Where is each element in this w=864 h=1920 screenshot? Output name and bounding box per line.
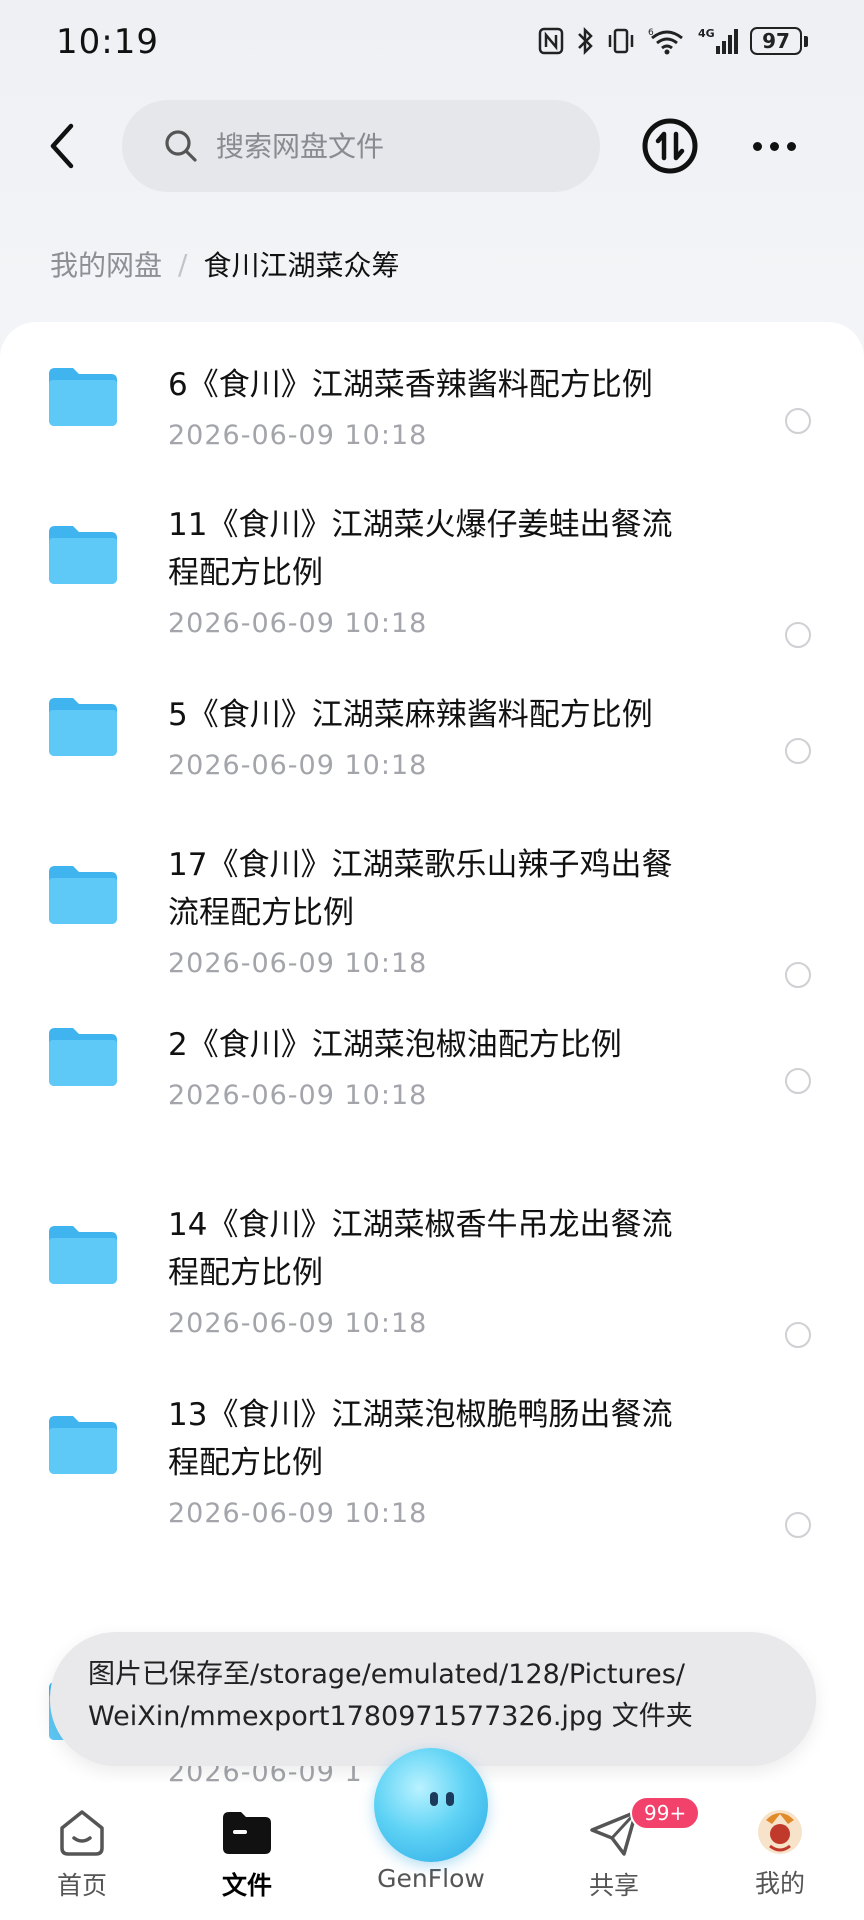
search-icon (165, 130, 197, 162)
home-icon (60, 1810, 104, 1856)
svg-text:4G: 4G (698, 27, 715, 40)
file-row[interactable]: 6《食川》江湖菜香辣酱料配方比例 2026-06-09 10:18 (0, 322, 864, 451)
file-name: 6《食川》江湖菜香辣酱料配方比例 (168, 361, 728, 409)
share-badge: 99+ (630, 1796, 701, 1830)
nav-files-label: 文件 (221, 1871, 272, 1900)
file-name-line-1: 11《食川》江湖菜火爆仔姜蛙出餐流 (168, 507, 673, 543)
search-box[interactable] (122, 100, 600, 192)
file-date: 2026-06-09 10:18 (168, 1080, 428, 1111)
file-date: 2026-06-09 10:18 (168, 948, 428, 979)
select-radio[interactable] (785, 738, 811, 764)
file-row[interactable]: 17《食川》江湖菜歌乐山辣子鸡出餐 流程配方比例 2026-06-09 10:18 (0, 802, 864, 988)
file-date: 2026-06-09 10:18 (168, 1308, 428, 1339)
select-radio[interactable] (785, 622, 811, 648)
breadcrumb: 我的网盘 / 食川江湖菜众筹 (50, 244, 399, 284)
battery-level: 97 (750, 27, 802, 55)
file-date: 2026-06-09 10:18 (168, 750, 428, 781)
search-input[interactable] (216, 129, 576, 163)
file-name: 5《食川》江湖菜麻辣酱料配方比例 (168, 691, 728, 739)
file-row[interactable]: 5《食川》江湖菜麻辣酱料配方比例 2026-06-09 10:18 (0, 652, 864, 781)
nav-mine-label: 我的 (754, 1869, 805, 1898)
file-name-line-1: 14《食川》江湖菜椒香牛吊龙出餐流 (168, 1207, 673, 1243)
file-name-line-1: 13《食川》江湖菜泡椒脆鸭肠出餐流 (168, 1397, 673, 1433)
file-name: 14《食川》江湖菜椒香牛吊龙出餐流 程配方比例 (168, 1201, 728, 1297)
signal-4g-icon: 4G (698, 27, 738, 54)
file-date: 2026-06-09 10:18 (168, 608, 428, 639)
file-row[interactable]: 2《食川》江湖菜泡椒油配方比例 2026-06-09 10:18 (0, 982, 864, 1111)
file-date: 2026-06-09 10:18 (168, 420, 428, 451)
breadcrumb-separator: / (178, 247, 188, 281)
nfc-icon (538, 27, 564, 55)
folder-icon (47, 696, 119, 758)
select-radio[interactable] (785, 1068, 811, 1094)
file-date: 2026-06-09 10:18 (168, 1498, 428, 1529)
wifi-6-icon: 6 (648, 28, 683, 55)
nav-genflow-label: GenFlow (377, 1864, 485, 1893)
vibrate-icon (608, 28, 634, 54)
file-name-line-2: 程配方比例 (168, 1255, 323, 1291)
transfer-icon[interactable] (640, 116, 700, 176)
nav-home-label: 首页 (56, 1871, 107, 1900)
more-icon[interactable] (744, 124, 804, 168)
back-button[interactable] (30, 114, 94, 178)
status-bar: 10:19 6 4G 97 (0, 0, 864, 90)
nav-share-label: 共享 (588, 1871, 639, 1900)
status-icons: 6 4G 97 (538, 26, 808, 56)
file-name-line-2: 流程配方比例 (168, 895, 354, 931)
status-time: 10:19 (56, 22, 159, 62)
nav-home[interactable]: 首页 (22, 1782, 142, 1920)
header (0, 96, 864, 196)
toast-line-2: WeiXin/mmexport1780971577326.jpg 文件夹 (88, 1701, 693, 1732)
folder-icon (47, 1026, 119, 1088)
file-name: 13《食川》江湖菜泡椒脆鸭肠出餐流 程配方比例 (168, 1391, 728, 1487)
folder-filled-icon (223, 1812, 271, 1854)
file-row[interactable]: 14《食川》江湖菜椒香牛吊龙出餐流 程配方比例 2026-06-09 10:18 (0, 1162, 864, 1348)
back-arrow-icon (50, 123, 74, 169)
genflow-mascot-icon[interactable] (374, 1748, 488, 1862)
breadcrumb-current: 食川江湖菜众筹 (203, 249, 400, 282)
nav-mine[interactable]: 我的 (720, 1782, 840, 1920)
file-list: 6《食川》江湖菜香辣酱料配方比例 2026-06-09 10:18 11《食川》江湖… (0, 322, 864, 1788)
folder-icon (47, 864, 119, 926)
avatar (758, 1810, 802, 1854)
file-name: 2《食川》江湖菜泡椒油配方比例 (168, 1021, 728, 1069)
folder-icon (47, 1414, 119, 1476)
file-name-line-2: 程配方比例 (168, 555, 323, 591)
nav-files[interactable]: 文件 (187, 1782, 307, 1920)
select-radio[interactable] (785, 1512, 811, 1538)
toast-line-1: 图片已保存至/storage/emulated/128/Pictures/ (88, 1659, 685, 1690)
select-radio[interactable] (785, 1322, 811, 1348)
folder-icon (47, 1224, 119, 1286)
file-row[interactable]: 11《食川》江湖菜火爆仔姜蛙出餐流 程配方比例 2026-06-09 10:18 (0, 462, 864, 648)
battery-icon: 97 (750, 27, 808, 55)
file-name-line-1: 2《食川》江湖菜泡椒油配方比例 (168, 1027, 622, 1063)
file-name-line-2: 程配方比例 (168, 1445, 323, 1481)
file-name: 17《食川》江湖菜歌乐山辣子鸡出餐 流程配方比例 (168, 841, 728, 937)
bluetooth-icon (578, 26, 593, 56)
svg-text:6: 6 (648, 28, 654, 38)
file-name-line-1: 5《食川》江湖菜麻辣酱料配方比例 (168, 697, 653, 733)
file-name-line-1: 17《食川》江湖菜歌乐山辣子鸡出餐 (168, 847, 673, 883)
folder-icon (47, 524, 119, 586)
folder-icon (47, 366, 119, 428)
file-name: 11《食川》江湖菜火爆仔姜蛙出餐流 程配方比例 (168, 501, 728, 597)
breadcrumb-root[interactable]: 我的网盘 (50, 244, 162, 284)
toast-message: 图片已保存至/storage/emulated/128/Pictures/ We… (50, 1632, 816, 1766)
file-row[interactable]: 13《食川》江湖菜泡椒脆鸭肠出餐流 程配方比例 2026-06-09 10:18 (0, 1352, 864, 1538)
file-name-line-1: 6《食川》江湖菜香辣酱料配方比例 (168, 367, 653, 403)
select-radio[interactable] (785, 408, 811, 434)
